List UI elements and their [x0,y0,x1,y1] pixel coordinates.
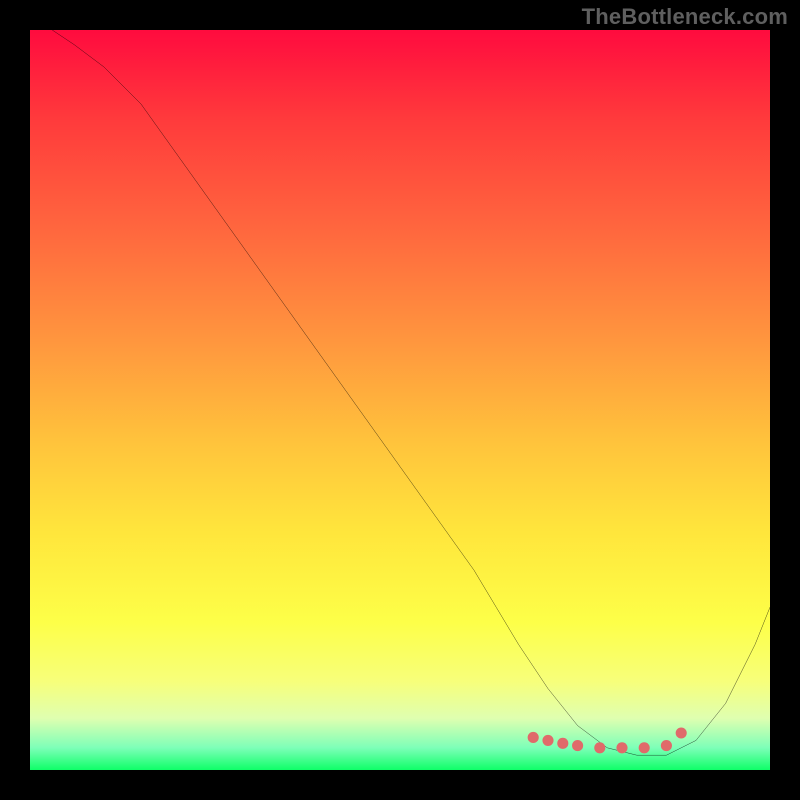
marker-dot [572,740,583,751]
marker-dot [528,732,539,743]
bottleneck-curve [52,30,770,755]
chart-frame: TheBottleneck.com [0,0,800,800]
marker-dot [594,742,605,753]
marker-dot [557,738,568,749]
marker-dot [639,742,650,753]
marker-dot [661,740,672,751]
marker-dot [616,742,627,753]
plot-area [30,30,770,770]
marker-dot [676,727,687,738]
marker-dot [542,735,553,746]
watermark-text: TheBottleneck.com [582,4,788,30]
chart-svg [30,30,770,770]
optimal-range-markers [528,727,687,753]
